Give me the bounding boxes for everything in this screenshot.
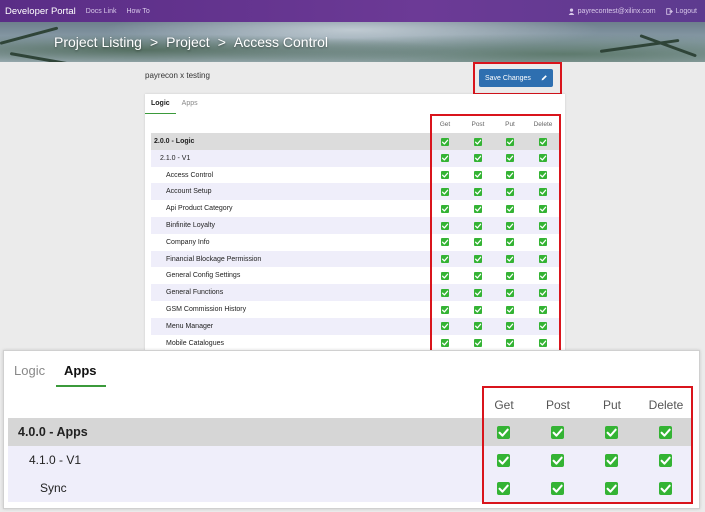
highlight-box-permissions-zoomed (482, 386, 693, 504)
tab-logic[interactable]: Logic (145, 94, 176, 114)
row-label: Binfinite Loyalty (166, 222, 216, 229)
breadcrumb-project[interactable]: Project (166, 34, 210, 50)
row-label: Sync (40, 481, 67, 495)
highlight-box-permissions (430, 114, 561, 353)
tab-apps[interactable]: Apps (176, 94, 204, 114)
row-label: 4.0.0 - Apps (18, 425, 88, 439)
row-label: 2.0.0 - Logic (154, 138, 195, 145)
user-email[interactable]: payrecontest@xilinx.com (578, 8, 656, 15)
nav-link-docs[interactable]: Docs Link (86, 8, 117, 15)
project-name: payrecon x testing (145, 71, 210, 80)
row-label: Api Product Category (166, 205, 233, 213)
row-label: Company Info (166, 238, 210, 246)
row-label: Menu Manager (166, 322, 214, 330)
brand-title[interactable]: Developer Portal (5, 6, 76, 17)
breadcrumb-project-listing[interactable]: Project Listing (54, 34, 142, 50)
row-label: Mobile Catalogues (166, 339, 224, 347)
active-tab-indicator (56, 385, 106, 387)
breadcrumb-separator: > (217, 34, 226, 50)
breadcrumb-access-control: Access Control (233, 34, 329, 50)
row-label: GSM Commission History (166, 306, 247, 313)
tab-logic-zoomed[interactable]: Logic (14, 363, 45, 378)
logout-icon (665, 7, 673, 15)
tab-bar: Logic Apps (145, 94, 565, 114)
breadcrumb: Project Listing > Project > Access Contr… (54, 34, 328, 50)
top-navbar: Developer Portal Docs Link How To payrec… (0, 0, 705, 22)
tab-apps-zoomed[interactable]: Apps (64, 363, 97, 378)
header-banner: Project Listing > Project > Access Contr… (0, 22, 705, 62)
row-label: General Config Settings (166, 272, 241, 280)
nav-link-howto[interactable]: How To (127, 8, 150, 15)
row-label: 2.1.0 - V1 (160, 154, 191, 162)
highlight-box-save (473, 62, 562, 95)
row-label: Account Setup (166, 188, 212, 196)
row-label: General Functions (166, 289, 224, 297)
row-label: 4.1.0 - V1 (29, 453, 82, 467)
row-label: Access Control (166, 171, 214, 179)
user-icon (568, 7, 574, 15)
breadcrumb-separator: > (149, 34, 159, 50)
logout-link[interactable]: Logout (676, 8, 697, 15)
row-label: Financial Blockage Permission (166, 255, 262, 263)
